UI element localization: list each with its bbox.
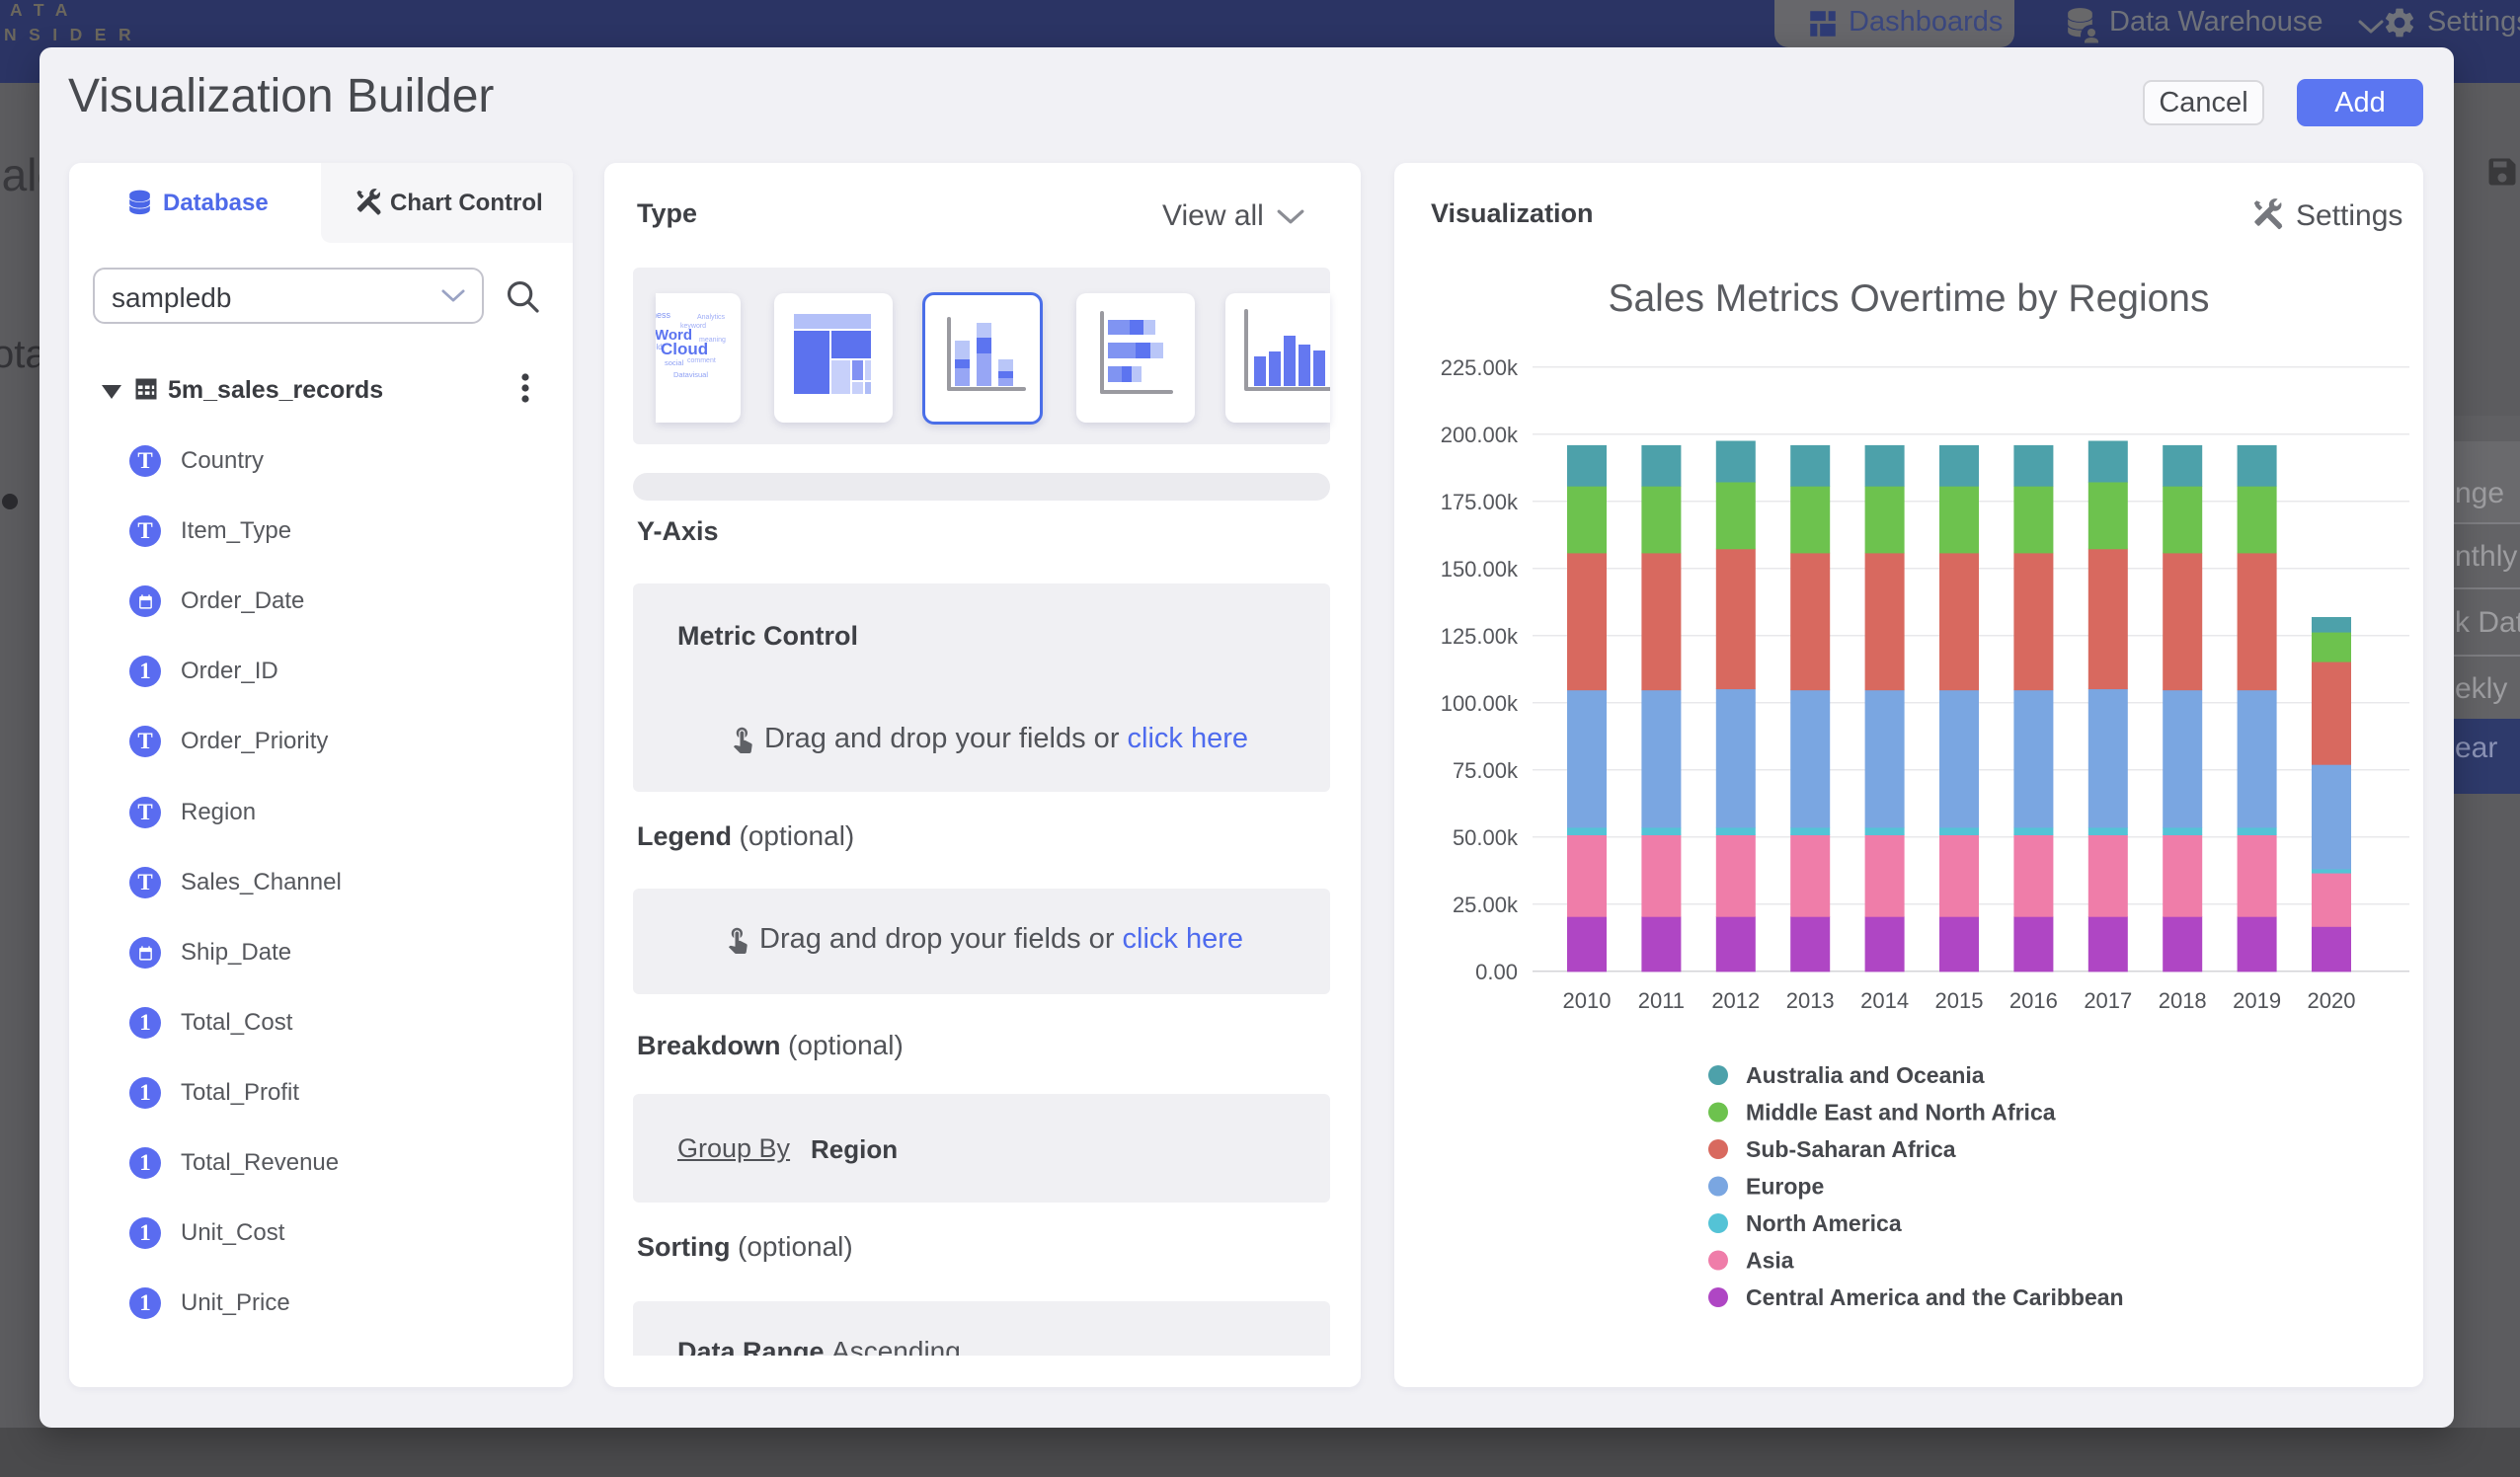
svg-text:175.00k: 175.00k — [1441, 490, 1519, 514]
svg-text:2010: 2010 — [1563, 988, 1612, 1013]
svg-text:2014: 2014 — [1860, 988, 1909, 1013]
svg-text:2013: 2013 — [1786, 988, 1835, 1013]
svg-text:50.00k: 50.00k — [1453, 825, 1519, 850]
svg-text:2012: 2012 — [1711, 988, 1760, 1013]
svg-text:2017: 2017 — [2084, 988, 2132, 1013]
svg-text:75.00k: 75.00k — [1453, 758, 1519, 783]
svg-text:Europe: Europe — [1746, 1174, 1824, 1200]
svg-text:150.00k: 150.00k — [1441, 557, 1519, 582]
svg-text:2018: 2018 — [2159, 988, 2207, 1013]
svg-text:Sub-Saharan Africa: Sub-Saharan Africa — [1746, 1136, 1956, 1162]
svg-text:Asia: Asia — [1746, 1248, 1794, 1274]
svg-text:Central America and the Caribb: Central America and the Caribbean — [1746, 1284, 2124, 1310]
svg-text:2019: 2019 — [2233, 988, 2281, 1013]
svg-text:2020: 2020 — [2308, 988, 2356, 1013]
svg-text:200.00k: 200.00k — [1441, 423, 1519, 447]
svg-text:Middle East and North Africa: Middle East and North Africa — [1746, 1100, 2056, 1126]
svg-text:2015: 2015 — [1935, 988, 1984, 1013]
svg-text:North America: North America — [1746, 1210, 1902, 1236]
svg-text:0.00: 0.00 — [1475, 960, 1518, 984]
svg-text:2016: 2016 — [2009, 988, 2058, 1013]
svg-text:2011: 2011 — [1638, 988, 1685, 1013]
svg-text:Australia and Oceania: Australia and Oceania — [1746, 1062, 1985, 1088]
svg-text:225.00k: 225.00k — [1441, 355, 1519, 380]
svg-text:25.00k: 25.00k — [1453, 893, 1519, 917]
svg-text:125.00k: 125.00k — [1441, 624, 1519, 649]
svg-text:100.00k: 100.00k — [1441, 691, 1519, 716]
